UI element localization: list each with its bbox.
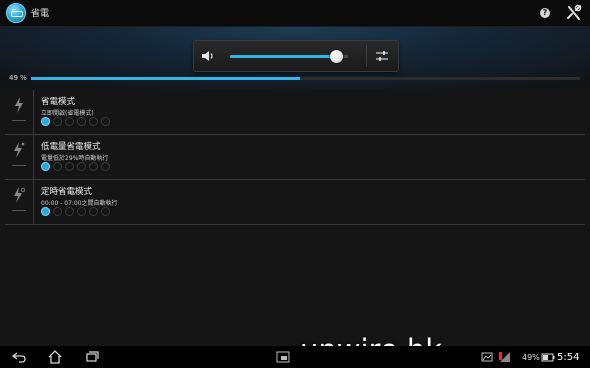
volume-slider-thumb[interactable] bbox=[330, 50, 344, 63]
disabled-setting-icon bbox=[53, 207, 62, 216]
list-item-power-saving-mode[interactable]: 省電模式 立即開啟(省電模式) bbox=[5, 90, 585, 135]
settings-gear-icon[interactable] bbox=[41, 207, 50, 216]
mode-icon-column bbox=[5, 135, 34, 179]
battery-icon bbox=[541, 353, 555, 362]
small-app-icon[interactable] bbox=[276, 350, 290, 364]
disabled-setting-icon bbox=[53, 162, 62, 171]
divider bbox=[12, 165, 26, 166]
home-icon[interactable] bbox=[48, 350, 62, 364]
disabled-setting-icon bbox=[77, 162, 86, 171]
volume-panel bbox=[193, 40, 399, 72]
disabled-setting-icon bbox=[89, 207, 98, 216]
mode-subtitle: 00:00 - 07:00之間自動執行 bbox=[41, 200, 118, 207]
lightning-clock-icon bbox=[14, 187, 25, 203]
power-mode-list: 省電模式 立即開啟(省電模式) 低電量省電模式 電量低於29%時自動執行 定時省… bbox=[5, 90, 585, 225]
settings-gear-icon[interactable] bbox=[41, 162, 50, 171]
battery-level-bar bbox=[31, 77, 580, 80]
mode-icon-column bbox=[5, 90, 34, 134]
action-bar: 省電 ? bbox=[0, 0, 590, 27]
disabled-setting-icon bbox=[89, 117, 98, 126]
disabled-setting-icon bbox=[101, 117, 110, 126]
divider bbox=[12, 120, 26, 121]
clock: 5:54 bbox=[557, 352, 580, 363]
list-item-low-battery-mode[interactable]: 低電量省電模式 電量低於29%時自動執行 bbox=[5, 135, 585, 180]
mode-icon-column bbox=[5, 180, 34, 224]
disabled-setting-icon bbox=[101, 162, 110, 171]
back-icon[interactable] bbox=[12, 350, 26, 364]
mode-title: 低電量省電模式 bbox=[41, 142, 101, 152]
signal-icon bbox=[499, 352, 510, 362]
system-navigation-bar: 49% 5:54 bbox=[0, 346, 590, 368]
disabled-setting-icon bbox=[65, 117, 74, 126]
disabled-setting-icon bbox=[65, 207, 74, 216]
speaker-icon[interactable] bbox=[201, 49, 215, 63]
disabled-setting-icon bbox=[53, 117, 62, 126]
sound-settings-icon[interactable] bbox=[375, 49, 389, 63]
disabled-setting-icon bbox=[77, 207, 86, 216]
battery-status-text: 49% bbox=[522, 353, 540, 362]
settings-gear-icon[interactable] bbox=[41, 117, 50, 126]
volume-slider-fill bbox=[230, 55, 337, 58]
screenshot-notification-icon bbox=[481, 352, 493, 362]
divider bbox=[366, 45, 367, 67]
list-item-scheduled-mode[interactable]: 定時省電模式 00:00 - 07:00之間自動執行 bbox=[5, 180, 585, 225]
disabled-setting-icon bbox=[101, 207, 110, 216]
help-icon[interactable]: ? bbox=[540, 8, 550, 18]
mode-title: 定時省電模式 bbox=[41, 187, 93, 197]
lightning-icon bbox=[15, 97, 23, 113]
recent-apps-icon[interactable] bbox=[85, 350, 99, 364]
app-logo-icon[interactable] bbox=[6, 3, 26, 23]
app-title: 省電 bbox=[31, 9, 50, 19]
volume-slider[interactable] bbox=[230, 50, 348, 63]
divider bbox=[12, 210, 26, 211]
disabled-setting-icon bbox=[77, 117, 86, 126]
disabled-setting-icon bbox=[65, 162, 74, 171]
mode-subtitle: 立即開啟(省電模式) bbox=[41, 110, 94, 117]
tools-icon[interactable] bbox=[565, 4, 583, 22]
disabled-setting-icon bbox=[89, 162, 98, 171]
battery-percent-label: 49 % bbox=[9, 74, 27, 82]
mode-title: 省電模式 bbox=[41, 97, 76, 107]
mode-subtitle: 電量低於29%時自動執行 bbox=[41, 155, 109, 162]
lightning-percent-icon bbox=[14, 142, 25, 158]
battery-level-fill bbox=[31, 77, 300, 80]
